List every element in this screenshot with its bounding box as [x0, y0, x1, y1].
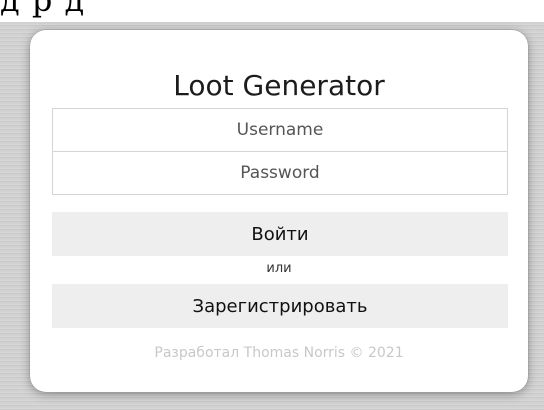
or-separator: или — [266, 261, 292, 276]
cropped-heading-text: д р д — [0, 0, 86, 19]
username-input[interactable] — [52, 108, 508, 152]
top-cropped-strip: д р д — [0, 0, 544, 22]
app-title: Loot Generator — [173, 69, 385, 102]
login-button[interactable]: Войти — [52, 212, 508, 256]
footer-credit: Разработал Thomas Norris © 2021 — [154, 345, 404, 361]
password-input[interactable] — [52, 151, 508, 195]
register-button[interactable]: Зарегистрировать — [52, 284, 508, 328]
login-card: Loot Generator Войти или Зарегистрироват… — [30, 30, 528, 392]
